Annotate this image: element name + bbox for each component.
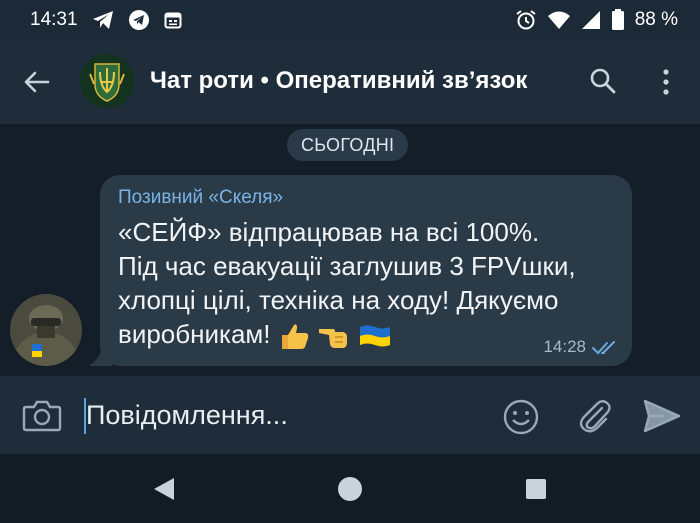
more-options-button[interactable] — [656, 66, 676, 98]
message-bubble[interactable]: Позивний «Скеля» «СЕЙФ» відпрацював на в… — [100, 175, 632, 366]
battery-percent: 88 % — [634, 9, 678, 30]
message-line: Під час евакуації заглушив 3 FPVшки, — [118, 251, 576, 281]
battery-icon — [611, 9, 625, 31]
send-button[interactable] — [642, 398, 682, 434]
search-button[interactable] — [588, 66, 618, 96]
emoji-icon — [503, 399, 539, 435]
nav-recents-icon — [526, 479, 546, 499]
emblem-icon — [80, 54, 134, 108]
back-button[interactable] — [22, 67, 52, 97]
nav-home-button[interactable] — [337, 476, 363, 502]
more-vert-icon — [663, 69, 669, 95]
system-nav-bar — [0, 454, 700, 523]
nav-recents-button[interactable] — [525, 478, 547, 500]
chat-messages-area[interactable]: СЬОГОДНІ Позивний «Скеля» «СЕЙФ» відпрац… — [0, 124, 700, 376]
date-separator: СЬОГОДНІ — [287, 129, 409, 161]
signal-icon — [581, 10, 601, 30]
nav-back-icon — [154, 478, 174, 500]
message-line: хлопці цілі, техніка на ходу! Дякуємо — [118, 285, 559, 315]
message-text: «СЕЙФ» відпрацював на всі 100%. Під час … — [118, 215, 618, 351]
camera-button[interactable] — [22, 398, 62, 434]
send-icon — [643, 399, 681, 433]
alarm-icon — [515, 9, 537, 31]
back-arrow-icon — [24, 71, 50, 93]
nav-back-button[interactable] — [152, 476, 176, 502]
message-composer — [0, 376, 700, 454]
pointing-hand-emoji — [319, 329, 348, 349]
chat-avatar[interactable] — [80, 54, 134, 108]
message-line: виробникам! — [118, 319, 271, 349]
attach-button[interactable] — [575, 396, 613, 436]
status-right: 88 % — [515, 9, 678, 31]
search-icon — [590, 68, 616, 94]
attach-icon — [579, 400, 611, 433]
thumbs-up-emoji — [281, 324, 309, 350]
nav-home-icon — [338, 477, 362, 501]
status-left: 14:31 — [30, 9, 182, 31]
message-input[interactable] — [86, 392, 476, 438]
wifi-icon — [547, 10, 571, 30]
status-time: 14:31 — [30, 9, 78, 30]
calendar-icon — [164, 11, 182, 29]
chat-header: Чат роти • Оперативний зв’язок — [0, 40, 700, 124]
camera-icon — [22, 400, 62, 432]
status-bar: 14:31 88 % — [0, 0, 700, 40]
emoji-button[interactable] — [502, 398, 540, 436]
chat-title[interactable]: Чат роти • Оперативний зв’язок — [150, 67, 527, 95]
message-line: «СЕЙФ» відпрацював на всі 100%. — [118, 217, 540, 247]
soldier-avatar-image — [10, 294, 82, 366]
sender-avatar[interactable] — [10, 294, 82, 366]
double-check-icon — [592, 341, 615, 355]
telegram-icon — [128, 9, 150, 31]
message-time: 14:28 — [543, 337, 586, 356]
ukraine-flag-emoji — [360, 325, 391, 347]
sender-name[interactable]: Позивний «Скеля» — [118, 187, 614, 209]
telegram-plane-icon — [92, 10, 114, 30]
